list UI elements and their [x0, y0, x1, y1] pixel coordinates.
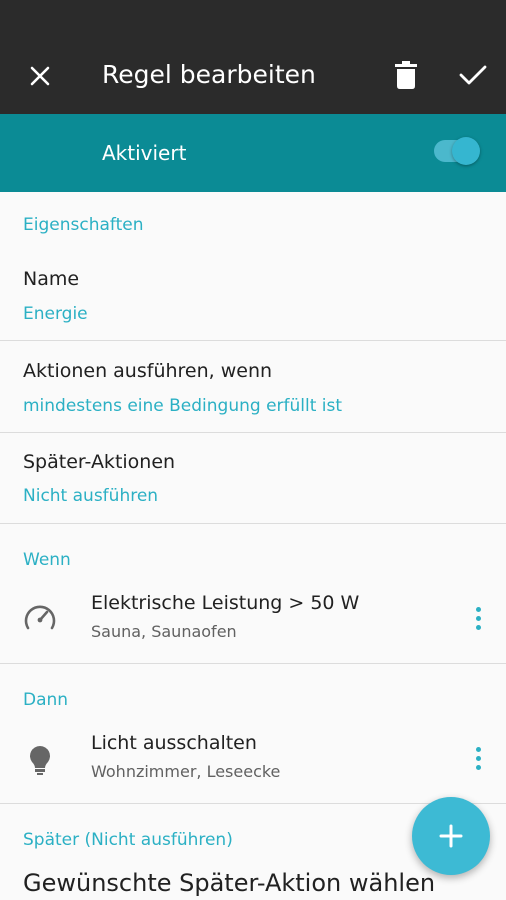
add-button[interactable]: [412, 797, 490, 875]
divider: [0, 663, 506, 664]
divider: [0, 340, 506, 341]
divider: [0, 432, 506, 433]
lightbulb-icon: [22, 742, 58, 778]
plus-icon: [439, 824, 463, 848]
name-title: Name: [23, 268, 80, 290]
later-actions-value: Nicht ausführen: [23, 486, 159, 506]
when-condition-title: Elektrische Leistung > 50 W: [91, 592, 360, 614]
execute-condition-title: Aktionen ausführen, wenn: [23, 360, 273, 382]
then-action-subtitle: Wohnzimmer, Leseecke: [91, 762, 281, 781]
then-action-title: Licht ausschalten: [91, 732, 257, 754]
speedometer-icon: [22, 598, 58, 634]
page-title: Regel bearbeiten: [102, 60, 316, 89]
properties-header: Eigenschaften: [23, 215, 144, 235]
choose-later-action[interactable]: Gewünschte Später-Aktion wählen: [23, 866, 435, 900]
activation-label: Aktiviert: [102, 141, 187, 165]
more-vert-icon[interactable]: [466, 740, 490, 776]
check-icon[interactable]: [456, 58, 490, 92]
trash-icon[interactable]: [390, 58, 422, 92]
toolbar: Regel bearbeiten: [0, 36, 506, 114]
divider: [0, 523, 506, 524]
name-value: Energie: [23, 304, 88, 324]
when-header: Wenn: [23, 550, 71, 570]
when-condition-subtitle: Sauna, Saunaofen: [91, 622, 237, 641]
more-vert-icon[interactable]: [466, 600, 490, 636]
status-bar: [0, 0, 506, 36]
close-icon[interactable]: [24, 60, 56, 92]
later-header: Später (Nicht ausführen): [23, 830, 233, 850]
activation-toggle[interactable]: [452, 137, 480, 165]
execute-condition-value: mindestens eine Bedingung erfüllt ist: [23, 396, 343, 416]
then-header: Dann: [23, 690, 69, 710]
later-actions-title: Später-Aktionen: [23, 451, 176, 473]
activation-bar: Aktiviert: [0, 114, 506, 192]
